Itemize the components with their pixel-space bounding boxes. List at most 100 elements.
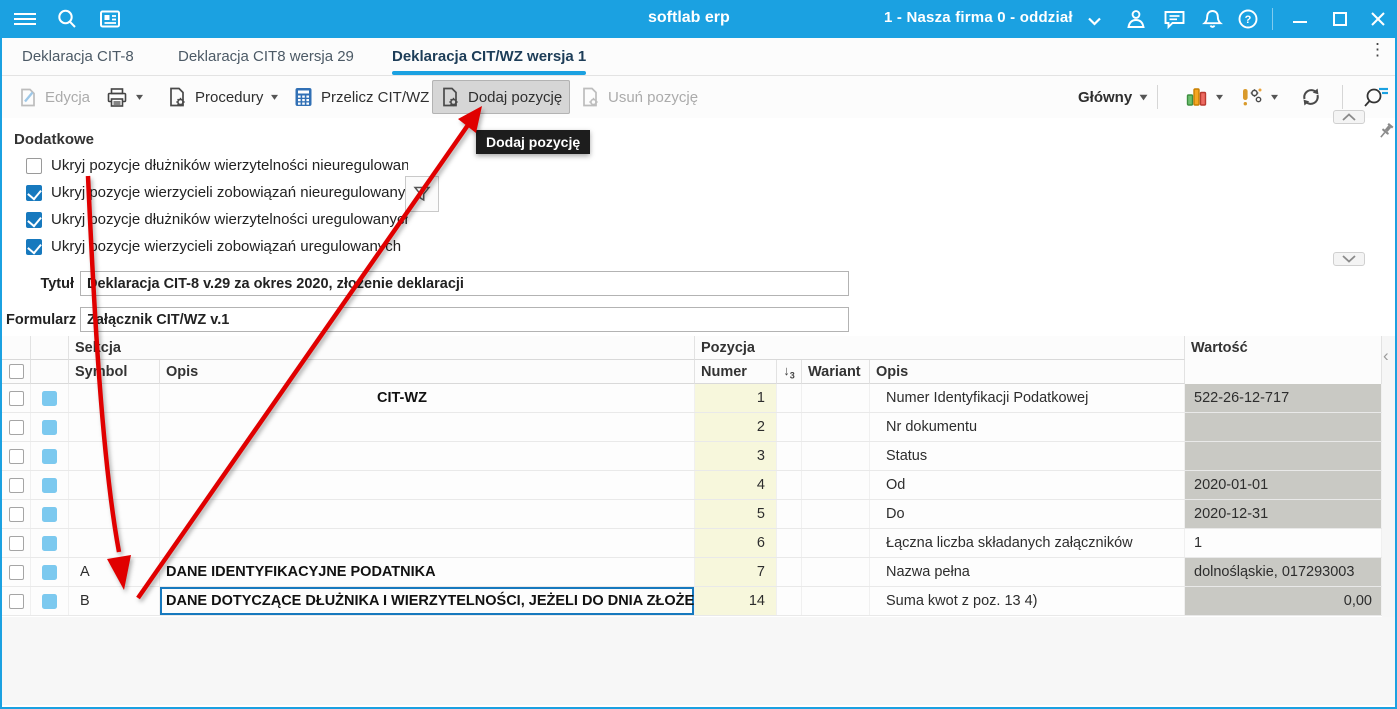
pozycja-opis-cell[interactable]: Od [870, 471, 1185, 499]
help-icon[interactable]: ? [1236, 7, 1260, 31]
symbol-cell[interactable] [69, 442, 160, 470]
tab-overflow-menu-icon[interactable]: ⋮ [1369, 41, 1386, 58]
numer-cell[interactable]: 3 [695, 442, 777, 470]
numer-cell[interactable]: 7 [695, 558, 777, 586]
numer-cell[interactable]: 2 [695, 413, 777, 441]
pozycja-opis-cell[interactable]: Do [870, 500, 1185, 528]
additional-checkbox-row[interactable]: Ukryj pozycje wierzycieli zobowiązań ure… [26, 233, 408, 260]
wartosc-cell[interactable]: 522-26-12-717 [1185, 384, 1382, 412]
column-header-opis-pozycja[interactable]: Opis [870, 360, 1185, 384]
chat-icon[interactable] [1162, 7, 1186, 31]
column-header-opis-sekcja[interactable]: Opis [160, 360, 695, 384]
wariant-cell[interactable] [802, 471, 870, 499]
symbol-cell[interactable] [69, 413, 160, 441]
sekcja-opis-cell[interactable]: DANE IDENTYFIKACYJNE PODATNIKA [160, 558, 695, 586]
numer-cell[interactable]: 5 [695, 500, 777, 528]
maximize-icon[interactable] [1328, 7, 1352, 31]
row-checkbox[interactable] [8, 506, 24, 522]
company-selector[interactable]: 1 - Nasza firma 0 - oddział [884, 9, 1073, 26]
tab-deklaracja-citwz-wersja-1[interactable]: Deklaracja CIT/WZ wersja 1 [392, 38, 587, 75]
bell-icon[interactable] [1200, 7, 1224, 31]
pozycja-opis-cell[interactable]: Łączna liczba składanych załączników [870, 529, 1185, 557]
table-row[interactable]: 2 Nr dokumentu [2, 413, 1382, 442]
menu-icon[interactable] [13, 7, 37, 31]
wariant-cell[interactable] [802, 442, 870, 470]
table-row[interactable]: CIT-WZ 1 Numer Identyfikacji Podatkowej 522… [2, 384, 1382, 413]
news-icon[interactable] [98, 7, 122, 31]
sekcja-opis-cell[interactable]: CIT-WZ [160, 384, 695, 412]
sekcja-opis-cell[interactable] [160, 471, 695, 499]
numer-cell[interactable]: 4 [695, 471, 777, 499]
checkbox-checked[interactable] [26, 211, 42, 228]
wariant-cell[interactable] [802, 587, 870, 615]
table-row[interactable]: 6 Łączna liczba składanych załączników 1 [2, 529, 1382, 558]
row-checkbox[interactable] [8, 477, 24, 493]
sekcja-opis-cell[interactable] [160, 442, 695, 470]
additional-checkbox-row[interactable]: Ukryj pozycje dłużników wierzytelności u… [26, 206, 408, 233]
additional-checkbox-row[interactable]: Ukryj pozycje dłużników wierzytelności n… [26, 152, 408, 179]
table-row[interactable]: 3 Status [2, 442, 1382, 471]
pozycja-opis-cell[interactable]: Status [870, 442, 1185, 470]
row-checkbox[interactable] [8, 390, 24, 406]
row-checkbox[interactable] [8, 593, 24, 609]
title-field[interactable] [80, 271, 849, 296]
form-field[interactable] [80, 307, 849, 332]
column-header-symbol[interactable]: Symbol [69, 360, 160, 384]
wartosc-cell[interactable]: 2020-01-01 [1185, 471, 1382, 499]
alerts-button[interactable]: ▾ [1231, 80, 1285, 114]
checkbox-checked[interactable] [26, 184, 42, 201]
sekcja-opis-cell[interactable]: DANE DOTYCZĄCE DŁUŻNIKA I WIERZYTELNOŚCI… [160, 587, 695, 615]
add-item-button[interactable]: Dodaj pozycję [432, 80, 571, 114]
collapse-panel-button[interactable] [1333, 110, 1365, 124]
minimize-icon[interactable] [1288, 7, 1312, 31]
pozycja-opis-cell[interactable]: Nazwa pełna [870, 558, 1185, 586]
group-header-wartosc[interactable]: Wartość [1185, 336, 1382, 360]
symbol-cell[interactable] [69, 500, 160, 528]
tab-deklaracja-cit8-wersja-29[interactable]: Deklaracja CIT8 wersja 29 [178, 38, 354, 75]
pin-icon[interactable] [1376, 121, 1395, 141]
select-all-checkbox[interactable] [8, 364, 24, 379]
chart-button[interactable]: ▾ [1177, 80, 1230, 114]
group-header-sekcja[interactable]: Sekcja [69, 336, 695, 360]
pozycja-opis-cell[interactable]: Suma kwot z poz. 13 4) [870, 587, 1185, 615]
symbol-cell[interactable]: B [69, 587, 160, 615]
row-checkbox[interactable] [8, 419, 24, 435]
column-header-wariant[interactable]: Wariant [802, 360, 870, 384]
numer-cell[interactable]: 1 [695, 384, 777, 412]
table-row[interactable]: 4 Od 2020-01-01 [2, 471, 1382, 500]
pozycja-opis-cell[interactable]: Numer Identyfikacji Podatkowej [870, 384, 1185, 412]
checkbox-unchecked[interactable] [26, 157, 42, 174]
wartosc-cell[interactable]: 0,00 [1185, 587, 1382, 615]
checkbox-checked[interactable] [26, 238, 42, 255]
search-list-button[interactable] [1354, 80, 1395, 114]
wartosc-cell[interactable]: 1 [1185, 529, 1382, 557]
table-row[interactable]: 5 Do 2020-12-31 [2, 500, 1382, 529]
refresh-button[interactable] [1290, 80, 1332, 114]
wariant-cell[interactable] [802, 384, 870, 412]
sekcja-opis-cell[interactable] [160, 413, 695, 441]
table-row[interactable]: B DANE DOTYCZĄCE DŁUŻNIKA I WIERZYTELNOŚC… [2, 587, 1382, 616]
numer-cell[interactable]: 6 [695, 529, 777, 557]
print-button[interactable]: ▾ [98, 80, 150, 114]
symbol-cell[interactable]: A [69, 558, 160, 586]
user-icon[interactable] [1124, 7, 1148, 31]
sekcja-opis-cell[interactable] [160, 500, 695, 528]
wartosc-cell[interactable] [1185, 413, 1382, 441]
sekcja-opis-cell[interactable] [160, 529, 695, 557]
wariant-cell[interactable] [802, 558, 870, 586]
pozycja-opis-cell[interactable]: Nr dokumentu [870, 413, 1185, 441]
chevron-down-icon[interactable] [1082, 9, 1106, 33]
recalculate-button[interactable]: Przelicz CIT/WZ [285, 80, 437, 114]
row-checkbox[interactable] [8, 564, 24, 580]
view-selector[interactable]: Główny ▾ [1070, 80, 1154, 114]
row-checkbox[interactable] [8, 535, 24, 551]
wariant-cell[interactable] [802, 500, 870, 528]
group-header-pozycja[interactable]: Pozycja [695, 336, 1185, 360]
tab-deklaracja-cit8[interactable]: Deklaracja CIT-8 [22, 38, 134, 75]
symbol-cell[interactable] [69, 384, 160, 412]
wariant-cell[interactable] [802, 413, 870, 441]
wartosc-cell[interactable]: 2020-12-31 [1185, 500, 1382, 528]
numer-cell[interactable]: 14 [695, 587, 777, 615]
symbol-cell[interactable] [69, 529, 160, 557]
close-icon[interactable] [1366, 7, 1390, 31]
